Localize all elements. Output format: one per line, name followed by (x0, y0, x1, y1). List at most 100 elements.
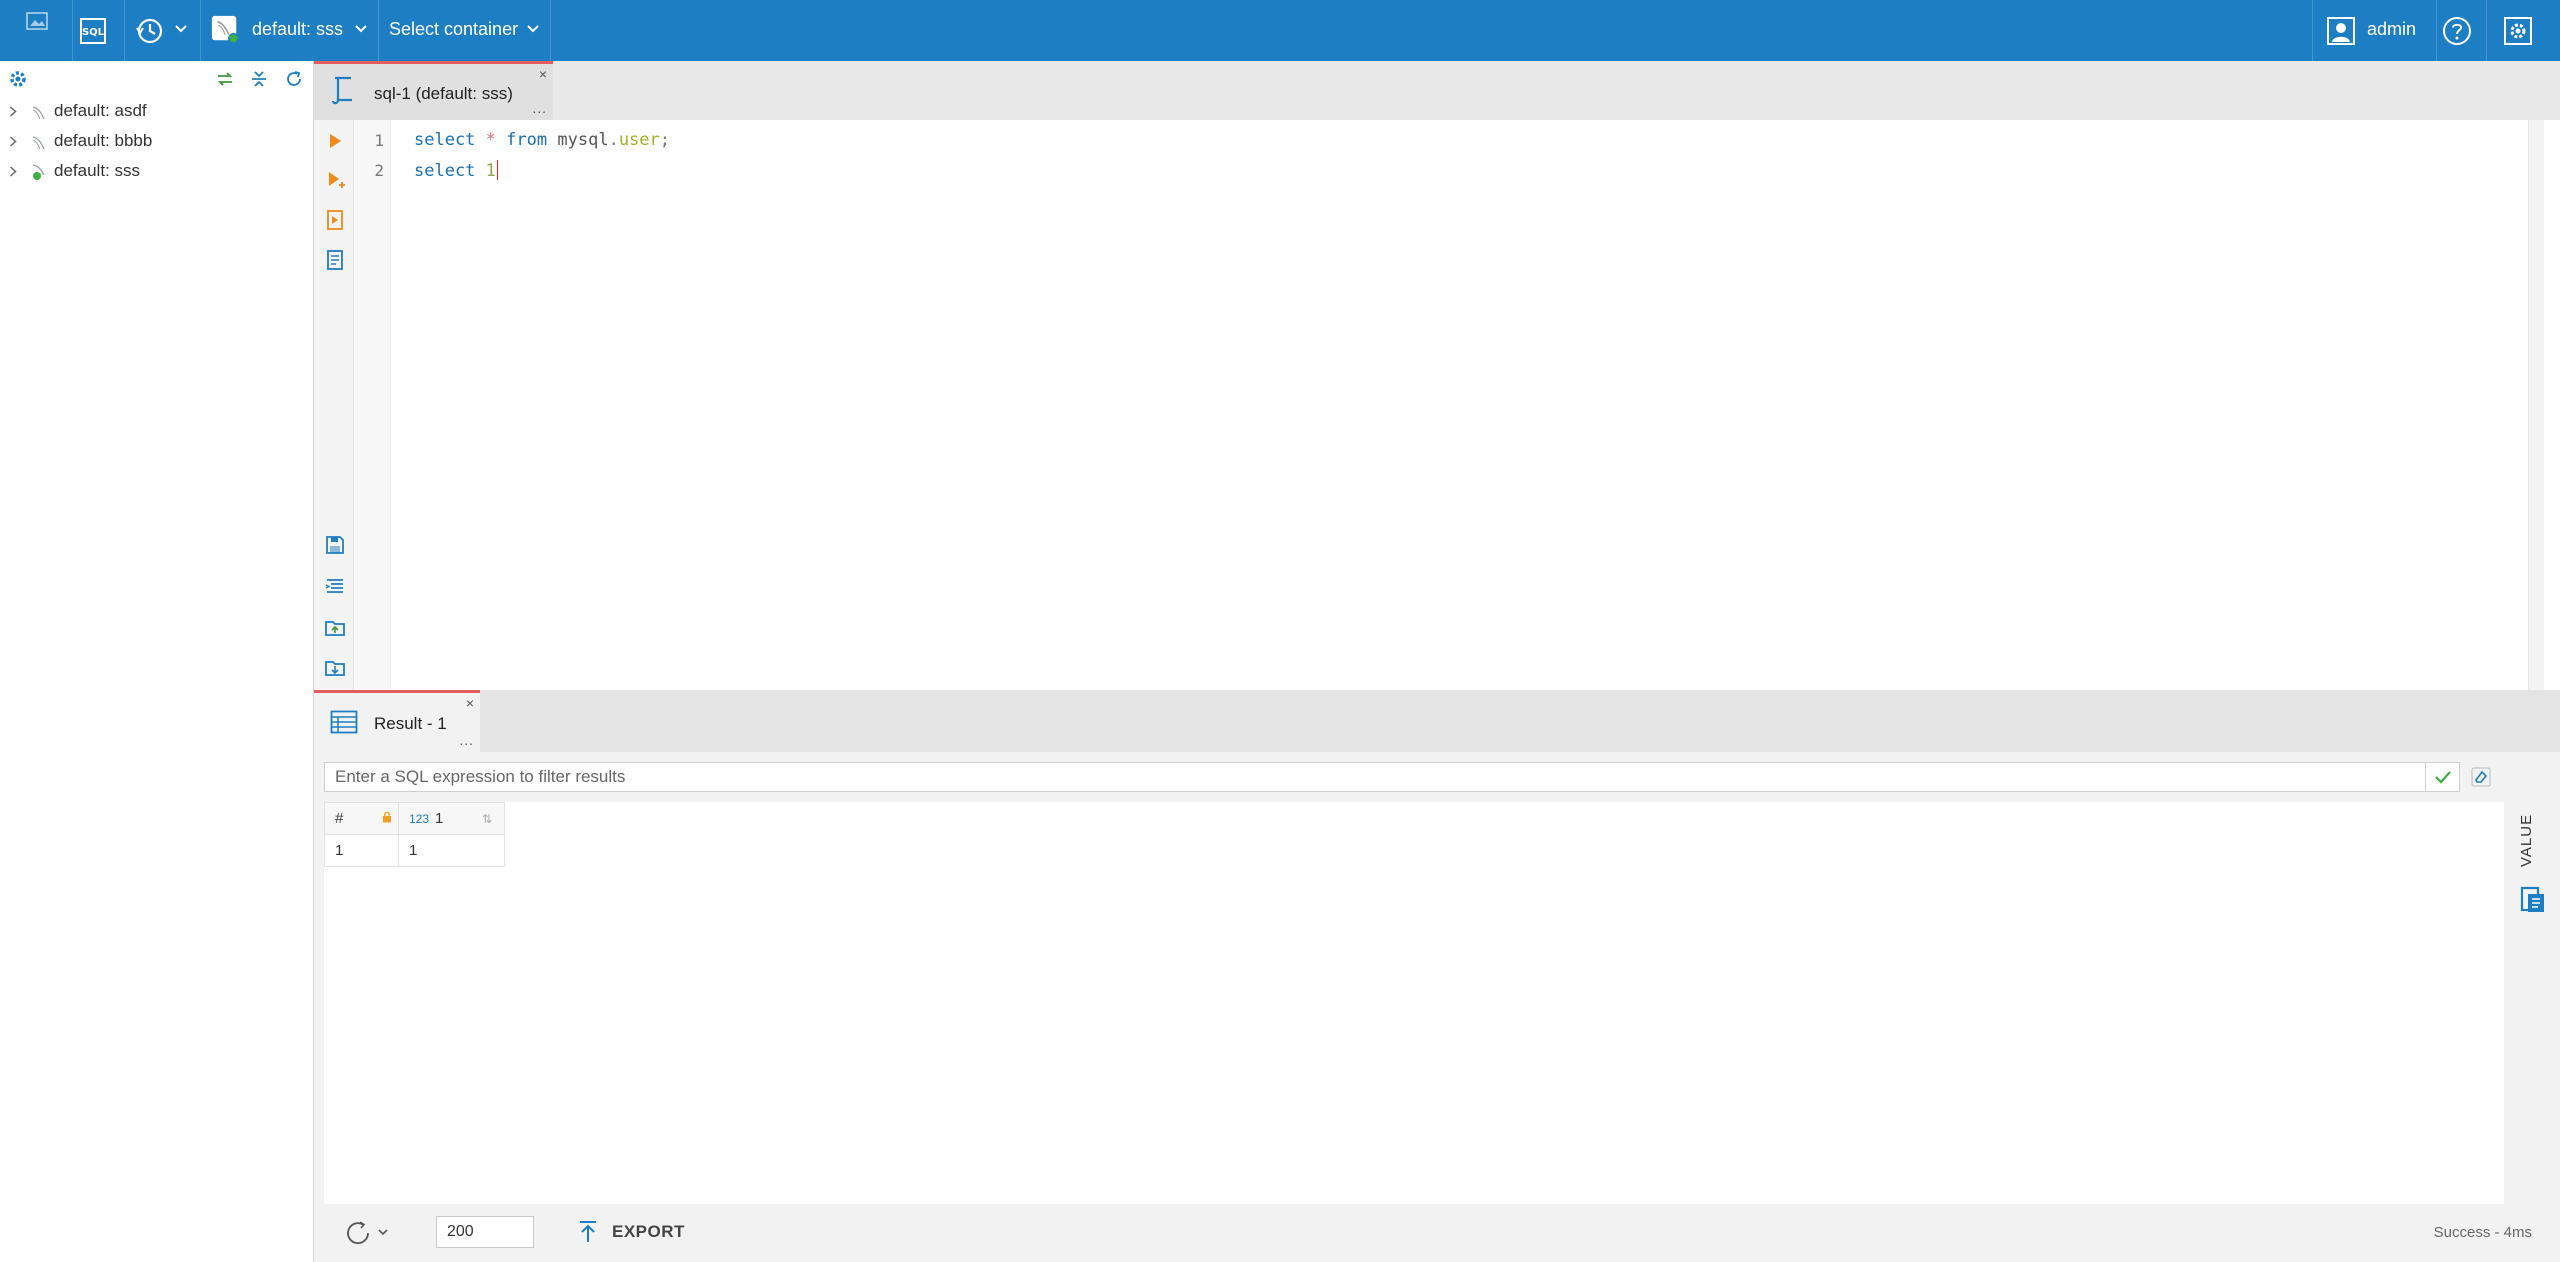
row-number-cell[interactable]: 1 (324, 834, 399, 867)
topbar-divider (124, 0, 125, 61)
sql-keyword: from (506, 130, 548, 150)
filter-box (324, 762, 2426, 792)
container-selector-label: Select container (389, 19, 519, 39)
top-bar: SQL default: sss Select container admin (0, 0, 2560, 61)
topbar-divider (2312, 0, 2313, 61)
results-panel: # 1231 ⇅ 1 1 VALUE EXPORT Su (314, 752, 2560, 1262)
connection-label: default: asdf (54, 101, 147, 120)
sql-script-icon (331, 76, 352, 105)
eraser-icon (2471, 767, 2491, 787)
execute-statement-icon[interactable] (324, 130, 346, 152)
export-button[interactable]: EXPORT (578, 1214, 685, 1250)
sql-table: user (618, 130, 660, 150)
link-with-editor-icon[interactable] (215, 69, 235, 89)
lock-icon (383, 811, 391, 823)
tree-item-connection[interactable]: default: bbbb (0, 126, 313, 156)
tree-item-connection[interactable]: default: sss (0, 156, 313, 186)
help-icon[interactable] (2442, 16, 2472, 46)
sql-schema: mysql (557, 130, 609, 150)
mysql-connection-icon (32, 106, 45, 120)
code-line[interactable]: select * from mysql.user; (414, 130, 670, 150)
clear-filter-button[interactable] (2464, 762, 2498, 792)
export-arrow-up-icon (580, 1221, 596, 1242)
fetch-size-input[interactable] (436, 1216, 534, 1248)
settings-gear-icon[interactable] (2503, 16, 2533, 46)
sql-editor-icon[interactable]: SQL (78, 16, 108, 46)
expand-arrow-icon[interactable] (9, 106, 17, 117)
user-name: admin (2367, 19, 2417, 39)
collapse-all-icon[interactable] (249, 69, 269, 89)
value-panel-label[interactable]: VALUE (2518, 814, 2535, 874)
sql-number: 1 (485, 161, 496, 181)
checkmark-icon (2434, 771, 2451, 784)
sql-keyword: select (414, 161, 476, 181)
save-icon[interactable] (324, 534, 346, 556)
numeric-type-icon: 123 (409, 812, 430, 826)
value-viewer-icon[interactable] (2520, 886, 2546, 914)
table-row[interactable]: 1 1 (324, 834, 505, 867)
chevron-down-icon[interactable] (174, 24, 188, 34)
result-grid-icon (330, 710, 358, 734)
sql-punctuation: . (608, 130, 619, 150)
app-logo-icon[interactable] (26, 12, 56, 36)
expand-arrow-icon[interactable] (9, 136, 17, 147)
execute-script-icon[interactable] (324, 209, 346, 231)
mysql-connected-icon (32, 164, 45, 180)
connection-label: default: bbbb (54, 131, 153, 150)
save-script-icon[interactable] (324, 656, 346, 678)
refresh-icon[interactable] (284, 69, 304, 89)
editor-scrollbar[interactable] (2528, 120, 2544, 690)
sql-keyword: select (414, 130, 476, 150)
table-cell[interactable]: 1 (398, 834, 505, 867)
close-icon[interactable]: × (466, 695, 474, 711)
explain-plan-icon[interactable] (324, 249, 346, 271)
row-number-header[interactable]: # (324, 802, 399, 835)
result-table: # 123 1 ⇅ 1 1 (324, 802, 505, 867)
line-number: 1 (374, 131, 384, 150)
svg-text:SQL: SQL (82, 27, 105, 38)
execution-status: Success - 4ms (2433, 1224, 2532, 1241)
editor-tab-bar: sql-1 (default: sss) × ... (314, 61, 2560, 120)
topbar-divider (72, 0, 73, 61)
result-tab-bar: Result - 1 × ... (314, 690, 2560, 752)
load-script-icon[interactable] (324, 616, 346, 638)
refresh-icon (347, 1221, 388, 1245)
user-avatar-icon (2326, 16, 2356, 46)
tab-result-1[interactable]: Result - 1 × ... (314, 690, 480, 752)
database-connection-icon (210, 14, 240, 44)
results-footer: EXPORT Success - 4ms (314, 1204, 2560, 1262)
close-icon[interactable]: × (539, 66, 547, 82)
tab-more-icon[interactable]: ... (459, 732, 474, 748)
tab-sql-1[interactable]: sql-1 (default: sss) × ... (314, 61, 553, 120)
apply-filter-button[interactable] (2426, 762, 2460, 792)
sql-operator: * (485, 130, 496, 150)
auto-refresh-button[interactable] (344, 1220, 390, 1246)
row-number-header-label: # (335, 810, 344, 827)
execute-in-new-tab-icon[interactable] (324, 169, 346, 191)
sort-icon[interactable]: ⇅ (482, 812, 492, 826)
tab-more-icon[interactable]: ... (532, 100, 547, 116)
connection-selector-label: default: sss (252, 19, 344, 39)
tree-item-connection[interactable]: default: asdf (0, 96, 313, 126)
filter-input[interactable] (325, 763, 2365, 791)
line-number: 2 (374, 161, 384, 180)
sql-editor[interactable]: 1 2 select * from mysql.user; select 1 (314, 120, 2544, 690)
topbar-divider (378, 0, 379, 61)
table-header-row: # 123 1 ⇅ (324, 802, 505, 835)
code-line[interactable]: select 1 (414, 160, 499, 181)
chevron-down-icon (355, 25, 367, 33)
value-panel-toggle[interactable]: VALUE (2504, 802, 2560, 1204)
navigator-toolbar (0, 61, 314, 95)
format-sql-icon[interactable] (324, 576, 346, 598)
navigator-settings-gear-icon[interactable] (8, 69, 28, 89)
column-header[interactable]: 123 1 ⇅ (398, 802, 505, 835)
sql-punctuation: ; (659, 130, 671, 150)
expand-arrow-icon[interactable] (9, 166, 17, 177)
result-grid[interactable]: # 123 1 ⇅ 1 1 (324, 802, 2504, 1204)
history-icon[interactable] (134, 16, 164, 46)
text-cursor (496, 160, 499, 180)
topbar-divider (2436, 0, 2437, 61)
line-number-gutter: 1 2 (355, 120, 391, 690)
column-name: 1 (435, 810, 444, 827)
connection-label: default: sss (54, 161, 140, 180)
